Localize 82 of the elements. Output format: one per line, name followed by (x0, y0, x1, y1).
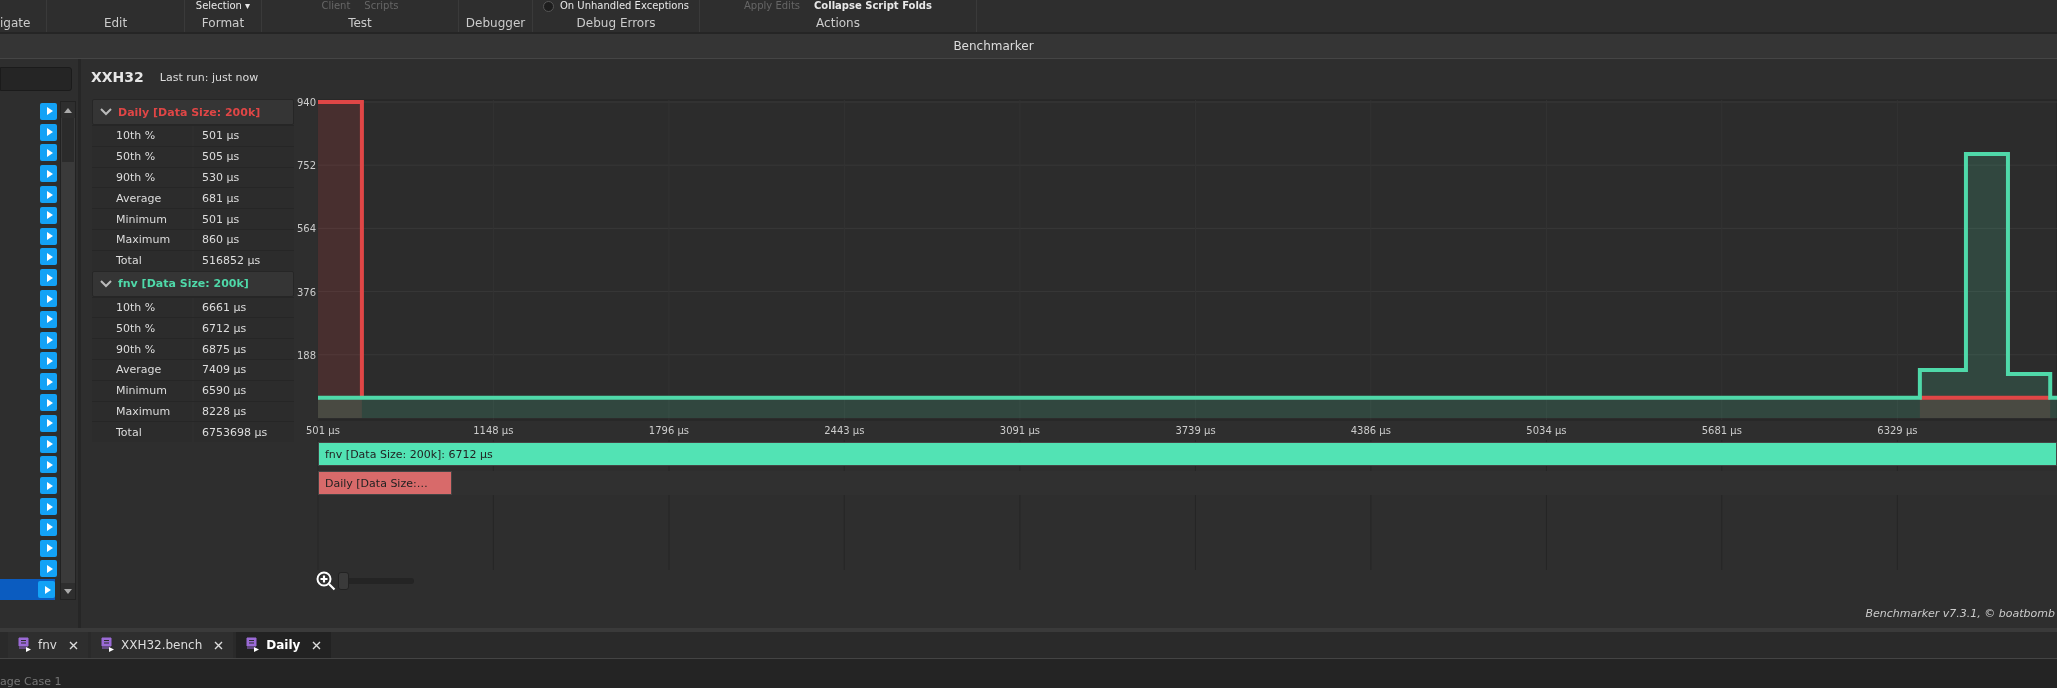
editor-tab[interactable]: Daily (236, 632, 332, 658)
group-label: igate (0, 16, 31, 32)
script-icon (18, 637, 32, 653)
version-credit: Benchmarker v7.3.1, © boatbomb (1865, 607, 2055, 620)
editor-tab[interactable]: fnv (8, 632, 88, 658)
axis-tick-label: 376 (296, 286, 316, 298)
play-button[interactable] (40, 290, 57, 308)
group-label: Edit (103, 16, 128, 32)
axis-tick-label: 5034 µs (1526, 425, 1567, 436)
play-button[interactable] (40, 539, 57, 557)
tab-label: XXH32.bench (120, 638, 203, 652)
editor-tab[interactable]: XXH32.bench (90, 632, 234, 658)
play-button[interactable] (40, 498, 57, 516)
group-title: fnv [Data Size: 200k] (118, 277, 249, 291)
ribbon-button[interactable]: Collapse Script Folds (814, 0, 932, 12)
axis-tick-label: 2443 µs (824, 425, 865, 436)
play-button[interactable] (40, 269, 57, 287)
slider-thumb[interactable] (338, 572, 349, 590)
axis-tick-label: 188 (296, 349, 316, 361)
scrollbar[interactable] (60, 101, 76, 601)
tab-label: fnv (38, 638, 57, 652)
play-button[interactable] (40, 373, 57, 391)
axis-tick-label: 940 (296, 97, 316, 108)
play-button[interactable] (40, 414, 57, 432)
group-label: Format (201, 16, 245, 32)
list-row[interactable] (0, 579, 55, 601)
play-button[interactable] (40, 477, 57, 495)
group-title: Daily [Data Size: 200k] (118, 105, 261, 119)
output-text: age Case 1 (0, 676, 62, 688)
play-button[interactable] (40, 560, 57, 578)
play-button[interactable] (40, 352, 57, 370)
axis-tick-label: 501 µs (306, 425, 340, 436)
play-button[interactable] (40, 456, 57, 474)
play-button[interactable] (40, 310, 57, 328)
play-button[interactable] (40, 227, 57, 245)
axis-tick-label: 1796 µs (648, 425, 690, 436)
ribbon-button[interactable]: Selection ▾ (195, 0, 251, 12)
play-button[interactable] (40, 394, 57, 412)
axis-tick-label: 3091 µs (999, 425, 1040, 436)
zoom-slider[interactable] (338, 572, 414, 590)
play-button[interactable] (40, 102, 57, 120)
zoom-in-icon[interactable] (316, 571, 336, 591)
axis-tick-label: 5681 µs (1701, 425, 1742, 436)
group-label: Test (348, 16, 372, 32)
play-button[interactable] (40, 165, 57, 183)
script-icon (246, 637, 261, 653)
play-button[interactable] (40, 435, 57, 453)
panel-title: Benchmarker (953, 39, 1034, 53)
axis-tick-label: 6329 µs (1877, 425, 1918, 436)
scroll-up-icon[interactable] (61, 102, 75, 118)
group-header[interactable]: fnv [Data Size: 200k] (92, 270, 294, 297)
play-button[interactable] (40, 123, 57, 141)
scroll-down-icon[interactable] (61, 583, 75, 600)
group-label: Debugger (465, 16, 526, 32)
benchmark-title: XXH32 (91, 69, 144, 85)
scroll-thumb[interactable] (62, 118, 74, 162)
play-button[interactable] (40, 186, 57, 204)
group-label: Debug Errors (576, 16, 656, 32)
play-button[interactable] (40, 248, 57, 266)
play-button[interactable] (40, 331, 57, 349)
play-button[interactable] (40, 144, 57, 162)
radio-button[interactable] (542, 0, 554, 12)
axis-tick-label: 4386 µs (1350, 425, 1391, 436)
close-icon[interactable] (312, 640, 322, 650)
axis-tick-label: 752 (296, 160, 316, 172)
tab-label: Daily (266, 638, 301, 652)
result-bar: fnv [Data Size: 200k]: 6712 µs (318, 442, 2057, 466)
close-icon[interactable] (214, 640, 224, 650)
axis-tick-label: 1148 µs (473, 425, 514, 436)
last-run-text: Last run: just now (159, 70, 259, 84)
play-button[interactable] (40, 206, 57, 224)
ribbon-button[interactable]: On Unhandled Exceptions (559, 0, 690, 12)
chevron-icon (100, 279, 112, 288)
close-icon[interactable] (68, 640, 78, 650)
axis-tick-label: 3739 µs (1175, 425, 1216, 436)
axis-tick-label: 564 (296, 223, 316, 235)
chevron-icon (100, 108, 112, 116)
play-button[interactable] (38, 581, 55, 599)
play-button[interactable] (40, 518, 57, 536)
result-bar: Daily [Data Size:… (318, 471, 452, 495)
script-icon (100, 637, 115, 653)
group-label: Actions (816, 16, 860, 32)
